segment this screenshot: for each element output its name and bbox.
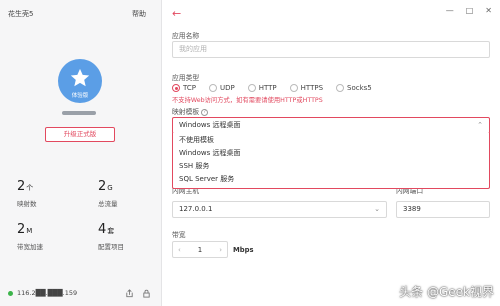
maximize-icon[interactable]: □ [466,6,474,15]
username-redacted [58,111,102,115]
mapping-form: ← — □ ✕ 应用名称 我的应用 应用类型 TCP UDP HTTP HTTP… [162,0,500,306]
stat-mappings: 2个 映射数 [17,179,37,209]
tier-badge: 体验版 [71,93,89,99]
stat-bandwidth: 2M 带宽加速 [17,222,43,252]
dropdown-option[interactable]: SSH 服务 [179,160,209,172]
online-dot-icon [8,290,13,296]
bandwidth-stepper[interactable]: ‹ 1 › [172,241,228,258]
app-type-label: 应用类型 [172,74,200,82]
dropdown-option[interactable]: 不使用模板 [179,134,214,146]
radio-tcp[interactable]: TCP [172,84,196,92]
stat-config: 4套 配置项目 [98,222,124,252]
connection-status: 116.2██.███.159 [8,289,77,297]
window-controls: — □ ✕ [446,6,492,15]
app-name-input[interactable]: 我的应用 [172,41,490,58]
chevron-up-icon: ⌃ [477,121,483,129]
protocol-warning: 不支持Web访问方式，如有需要请使用HTTP或HTTPS [172,97,323,104]
watermark: 头条 @Geek视界 [399,285,494,299]
sidebar-header: 花生壳5 帮助 [8,9,153,21]
bandwidth-unit: Mbps [233,246,254,254]
footer-icons [125,289,151,298]
port-input[interactable]: 3389 [396,201,490,218]
radio-http[interactable]: HTTP [247,84,277,92]
lock-icon[interactable] [142,289,151,298]
stat-traffic: 2G 总流量 [98,179,118,209]
help-circle-icon[interactable]: ? [201,108,209,116]
dropdown-option[interactable]: Windows 远程桌面 [179,147,240,159]
minimize-icon[interactable]: — [446,6,454,15]
avatar[interactable]: 体验版 [58,59,102,103]
sidebar: 花生壳5 帮助 体验版 升级正式版 2个 映射数 2G 总流量 2M 带宽加速 … [0,0,162,306]
share-icon[interactable] [125,289,134,298]
radio-socks5[interactable]: Socks5 [336,84,372,92]
decrement-icon[interactable]: ‹ [178,246,181,254]
bandwidth-label: 带宽 [172,231,186,239]
chevron-down-icon: ⌄ [374,205,380,213]
dropdown-option[interactable]: SQL Server 服务 [179,173,234,185]
radio-https[interactable]: HTTPS [289,84,323,92]
ip-address: 116.2██.███.159 [17,289,78,297]
close-icon[interactable]: ✕ [485,6,492,15]
template-label: 映射模板 ? [172,106,209,116]
radio-udp[interactable]: UDP [208,84,235,92]
template-select[interactable]: Windows 远程桌面 ⌃ [172,117,490,134]
host-select[interactable]: 127.0.0.1 ⌄ [172,201,387,218]
increment-icon[interactable]: › [219,246,222,254]
bandwidth-value: 1 [197,245,203,254]
help-link[interactable]: 帮助 [132,9,146,19]
template-dropdown: 不使用模板 Windows 远程桌面 SSH 服务 SQL Server 服务 [172,133,490,189]
app-type-radio-group: TCP UDP HTTP HTTPS Socks5 [172,84,372,92]
app-name-label: 应用名称 [172,32,200,40]
app-title: 花生壳5 [8,10,34,18]
star-icon [70,68,90,87]
back-arrow-icon[interactable]: ← [172,7,181,20]
upgrade-button[interactable]: 升级正式版 [45,127,115,142]
